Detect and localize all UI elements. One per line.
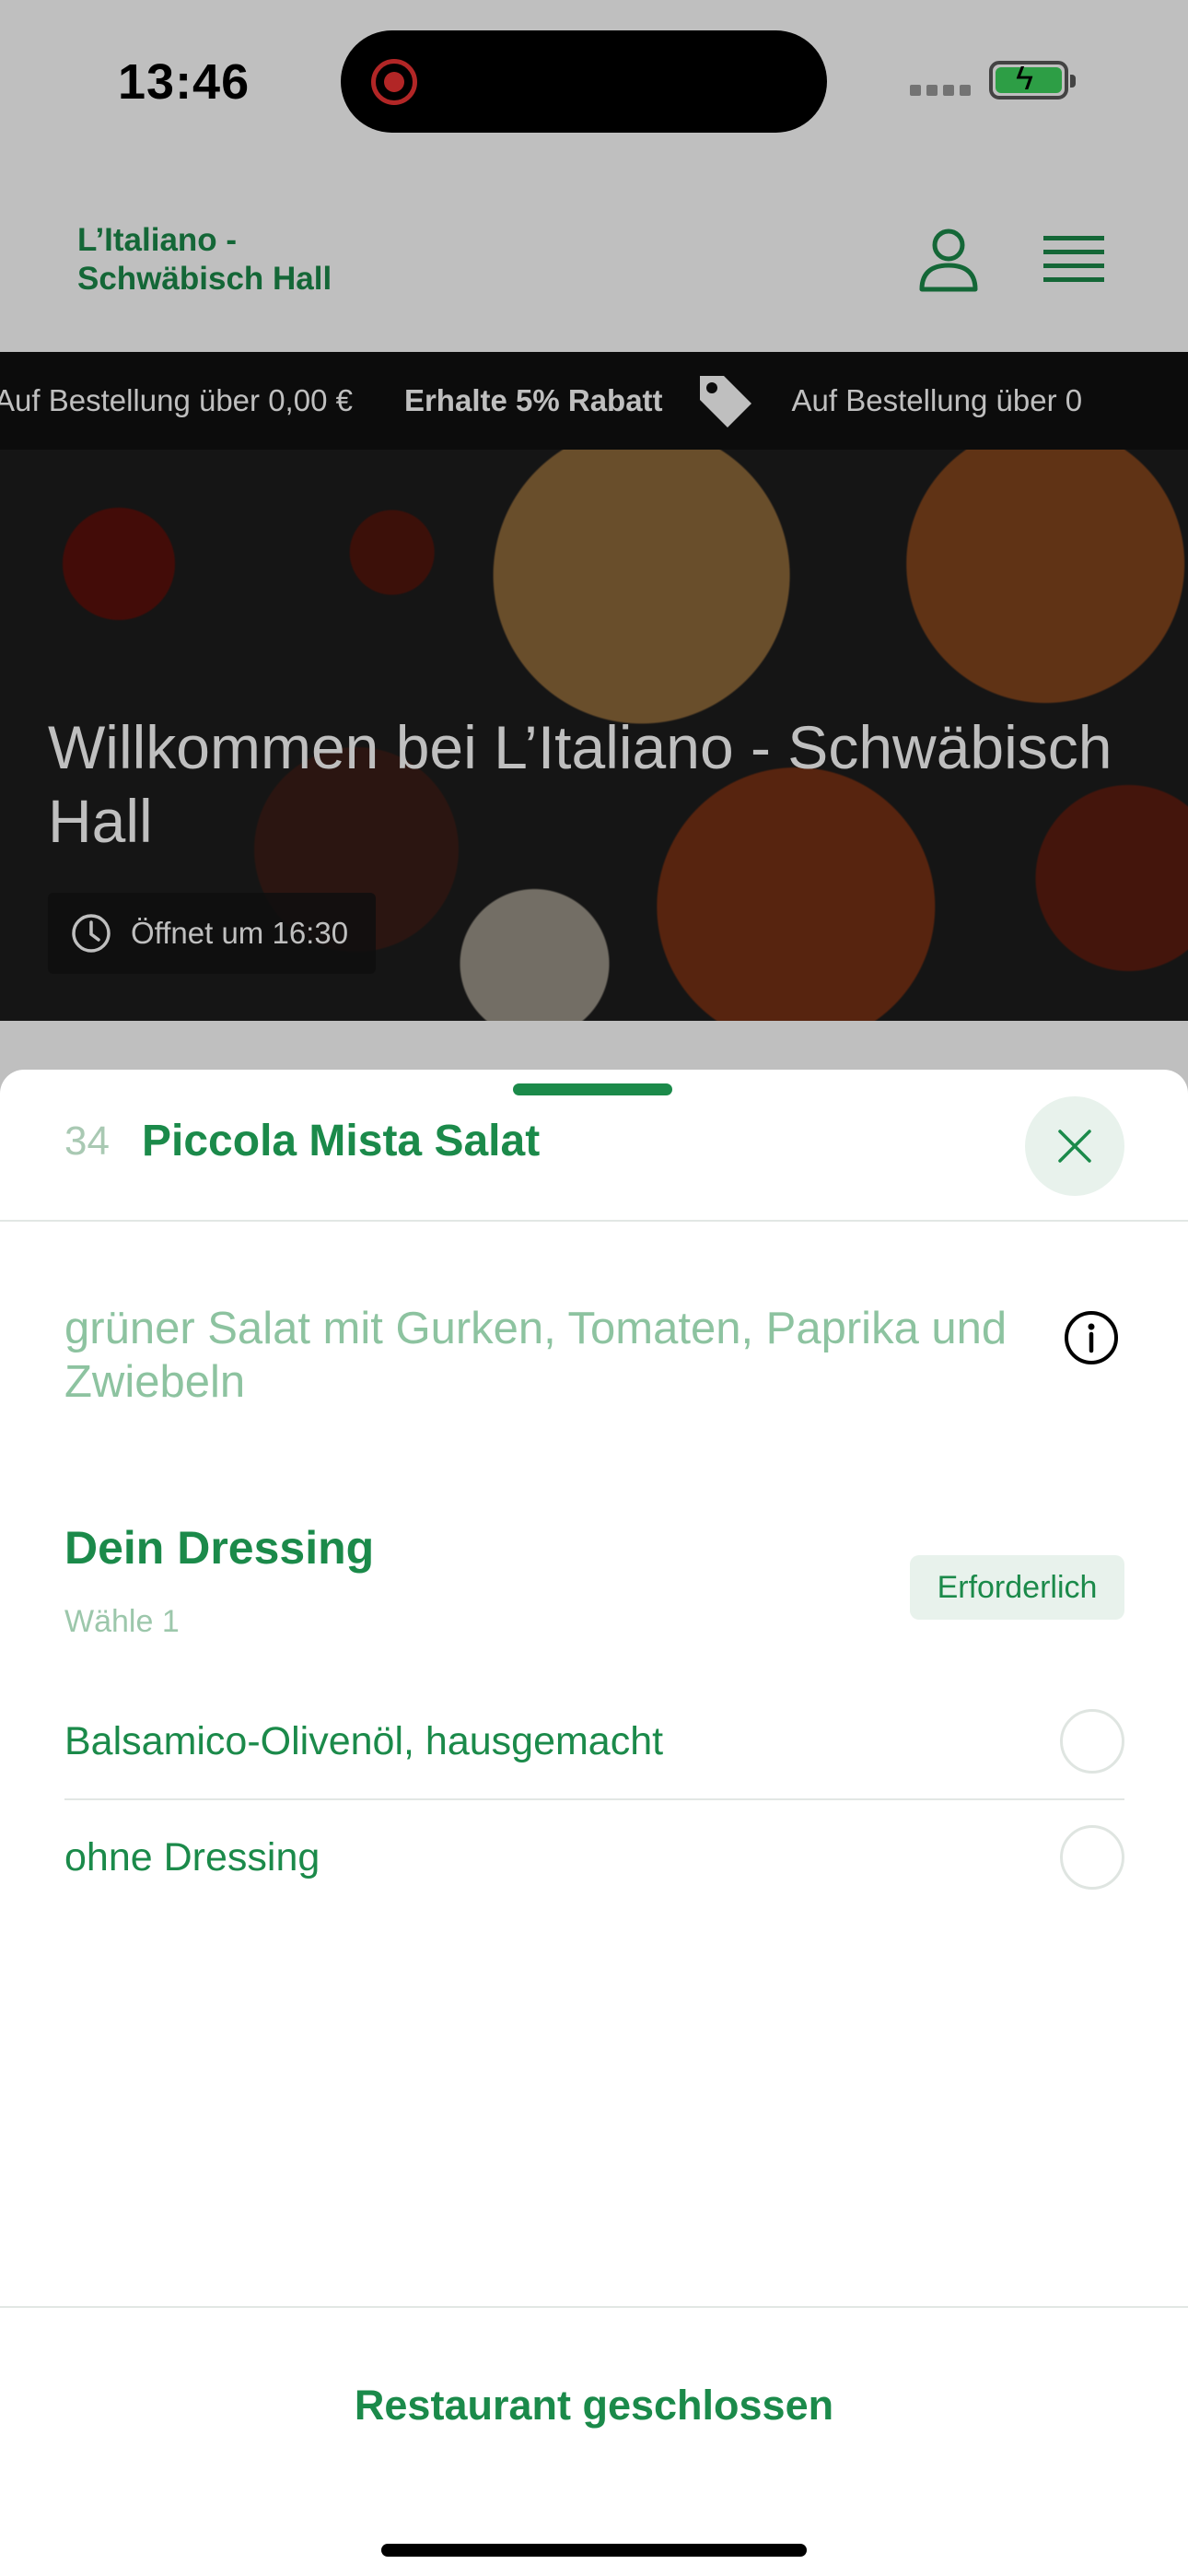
option-radio[interactable] xyxy=(1060,1709,1124,1774)
restaurant-closed-button[interactable]: Restaurant geschlossen xyxy=(0,2382,1188,2430)
option-item[interactable]: Balsamico-Olivenöl, hausgemacht xyxy=(64,1684,1124,1800)
option-item[interactable]: ohne Dressing xyxy=(64,1800,1124,1916)
home-indicator xyxy=(381,2544,807,2557)
item-number: 34 xyxy=(64,1118,110,1164)
close-button[interactable] xyxy=(1025,1096,1124,1196)
option-group-subtitle: Wähle 1 xyxy=(64,1604,180,1639)
item-description: grüner Salat mit Gurken, Tomaten, Paprik… xyxy=(64,1304,1007,1407)
option-label: ohne Dressing xyxy=(64,1835,320,1879)
sheet-header: 34 Piccola Mista Salat xyxy=(0,1070,1188,1222)
close-icon xyxy=(1058,1130,1091,1163)
item-title: Piccola Mista Salat xyxy=(142,1117,541,1165)
option-radio[interactable] xyxy=(1060,1825,1124,1890)
sheet-footer: Restaurant geschlossen xyxy=(0,2306,1188,2576)
drag-handle[interactable] xyxy=(513,1083,672,1095)
option-label: Balsamico-Olivenöl, hausgemacht xyxy=(64,1719,664,1763)
option-group-title: Dein Dressing xyxy=(64,1522,375,1574)
info-icon[interactable] xyxy=(1063,1309,1120,1366)
required-badge: Erforderlich xyxy=(910,1555,1124,1620)
